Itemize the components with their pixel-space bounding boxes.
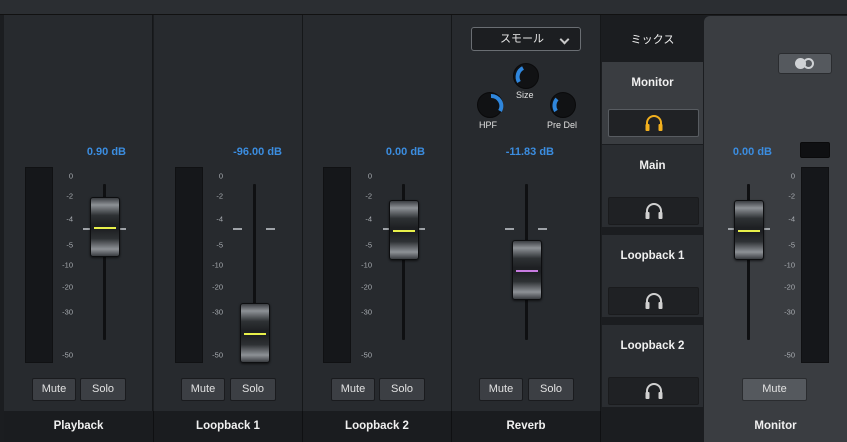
mute-button[interactable]: Mute	[479, 378, 523, 401]
level-readout[interactable]: 0.00 dB	[355, 146, 425, 158]
fader-unity-tick	[538, 228, 547, 230]
headphones-icon	[645, 383, 663, 399]
mix-item-main[interactable]: Main	[602, 145, 703, 231]
solo-button[interactable]: Solo	[379, 378, 425, 401]
monitor-cue-button[interactable]	[608, 197, 699, 225]
volume-fader[interactable]	[240, 303, 270, 363]
monitor-cue-button[interactable]	[608, 287, 699, 315]
hpf-knob[interactable]	[477, 92, 504, 118]
knob-arc-icon	[490, 94, 504, 112]
volume-fader[interactable]	[734, 200, 764, 260]
mute-button[interactable]: Mute	[331, 378, 375, 401]
level-meter	[801, 167, 829, 363]
fader-unity-tick	[233, 228, 242, 230]
volume-fader[interactable]	[389, 200, 419, 260]
db-scale: 0 -2 -4 -5 -10 -20 -30 -50	[784, 171, 795, 360]
db-scale: 0 -2 -4 -5 -10 -20 -30 -50	[212, 171, 223, 360]
channel-name: Loopback 1	[154, 411, 303, 442]
knob-arc-icon	[552, 97, 559, 113]
size-knob-label: Size	[516, 90, 534, 100]
stereo-link-button[interactable]	[778, 53, 832, 74]
channel-name: Loopback 2	[303, 411, 452, 442]
monitor-cue-button[interactable]	[608, 109, 699, 137]
volume-fader[interactable]	[90, 197, 120, 257]
mute-button[interactable]: Mute	[32, 378, 76, 401]
headphones-icon	[645, 203, 663, 219]
mix-item-label: Monitor	[631, 77, 674, 89]
level-readout[interactable]: -11.83 dB	[494, 146, 554, 158]
mute-button[interactable]: Mute	[742, 378, 807, 401]
chevron-down-icon	[559, 34, 570, 45]
solo-button[interactable]: Solo	[230, 378, 276, 401]
volume-fader[interactable]	[512, 240, 542, 300]
channel-name: Monitor	[704, 411, 847, 442]
size-knob[interactable]	[513, 63, 539, 89]
db-scale: 0 -2 -4 -5 -10 -20 -30 -50	[62, 171, 73, 360]
fader-unity-tick	[266, 228, 275, 230]
channel-name: Reverb	[452, 411, 601, 442]
fader-unity-tick	[505, 228, 514, 230]
hpf-knob-label: HPF	[479, 120, 497, 130]
reverb-preset-dropdown[interactable]: スモール	[471, 27, 581, 51]
mix-item-label: Loopback 2	[620, 340, 685, 352]
monitor-cue-button[interactable]	[608, 377, 699, 405]
channel-name: Playback	[4, 411, 154, 442]
clip-indicator	[800, 142, 830, 158]
level-readout[interactable]: 0.00 dB	[712, 146, 772, 158]
knob-arc-icon	[515, 66, 525, 84]
predelay-knob-label: Pre Del	[547, 120, 578, 130]
top-bar	[0, 0, 847, 15]
solo-button[interactable]: Solo	[528, 378, 574, 401]
headphones-icon	[645, 115, 663, 131]
mix-item-label: Main	[639, 160, 666, 172]
db-scale: 0 -2 -4 -5 -10 -20 -30 -50	[361, 171, 372, 360]
mix-item-label: Loopback 1	[620, 250, 685, 262]
mix-item-loopback-1[interactable]: Loopback 1	[602, 235, 703, 321]
level-readout[interactable]: -96.00 dB	[200, 146, 282, 158]
mix-item-monitor[interactable]: Monitor	[602, 62, 703, 148]
mix-header: ミックス	[630, 34, 675, 46]
predelay-knob[interactable]	[550, 92, 576, 118]
level-meter	[323, 167, 351, 363]
mute-button[interactable]: Mute	[181, 378, 225, 401]
level-meter	[25, 167, 53, 363]
level-meter	[175, 167, 203, 363]
level-readout[interactable]: 0.90 dB	[56, 146, 126, 158]
mix-item-loopback-2[interactable]: Loopback 2	[602, 325, 703, 411]
headphones-icon	[645, 293, 663, 309]
solo-button[interactable]: Solo	[80, 378, 126, 401]
